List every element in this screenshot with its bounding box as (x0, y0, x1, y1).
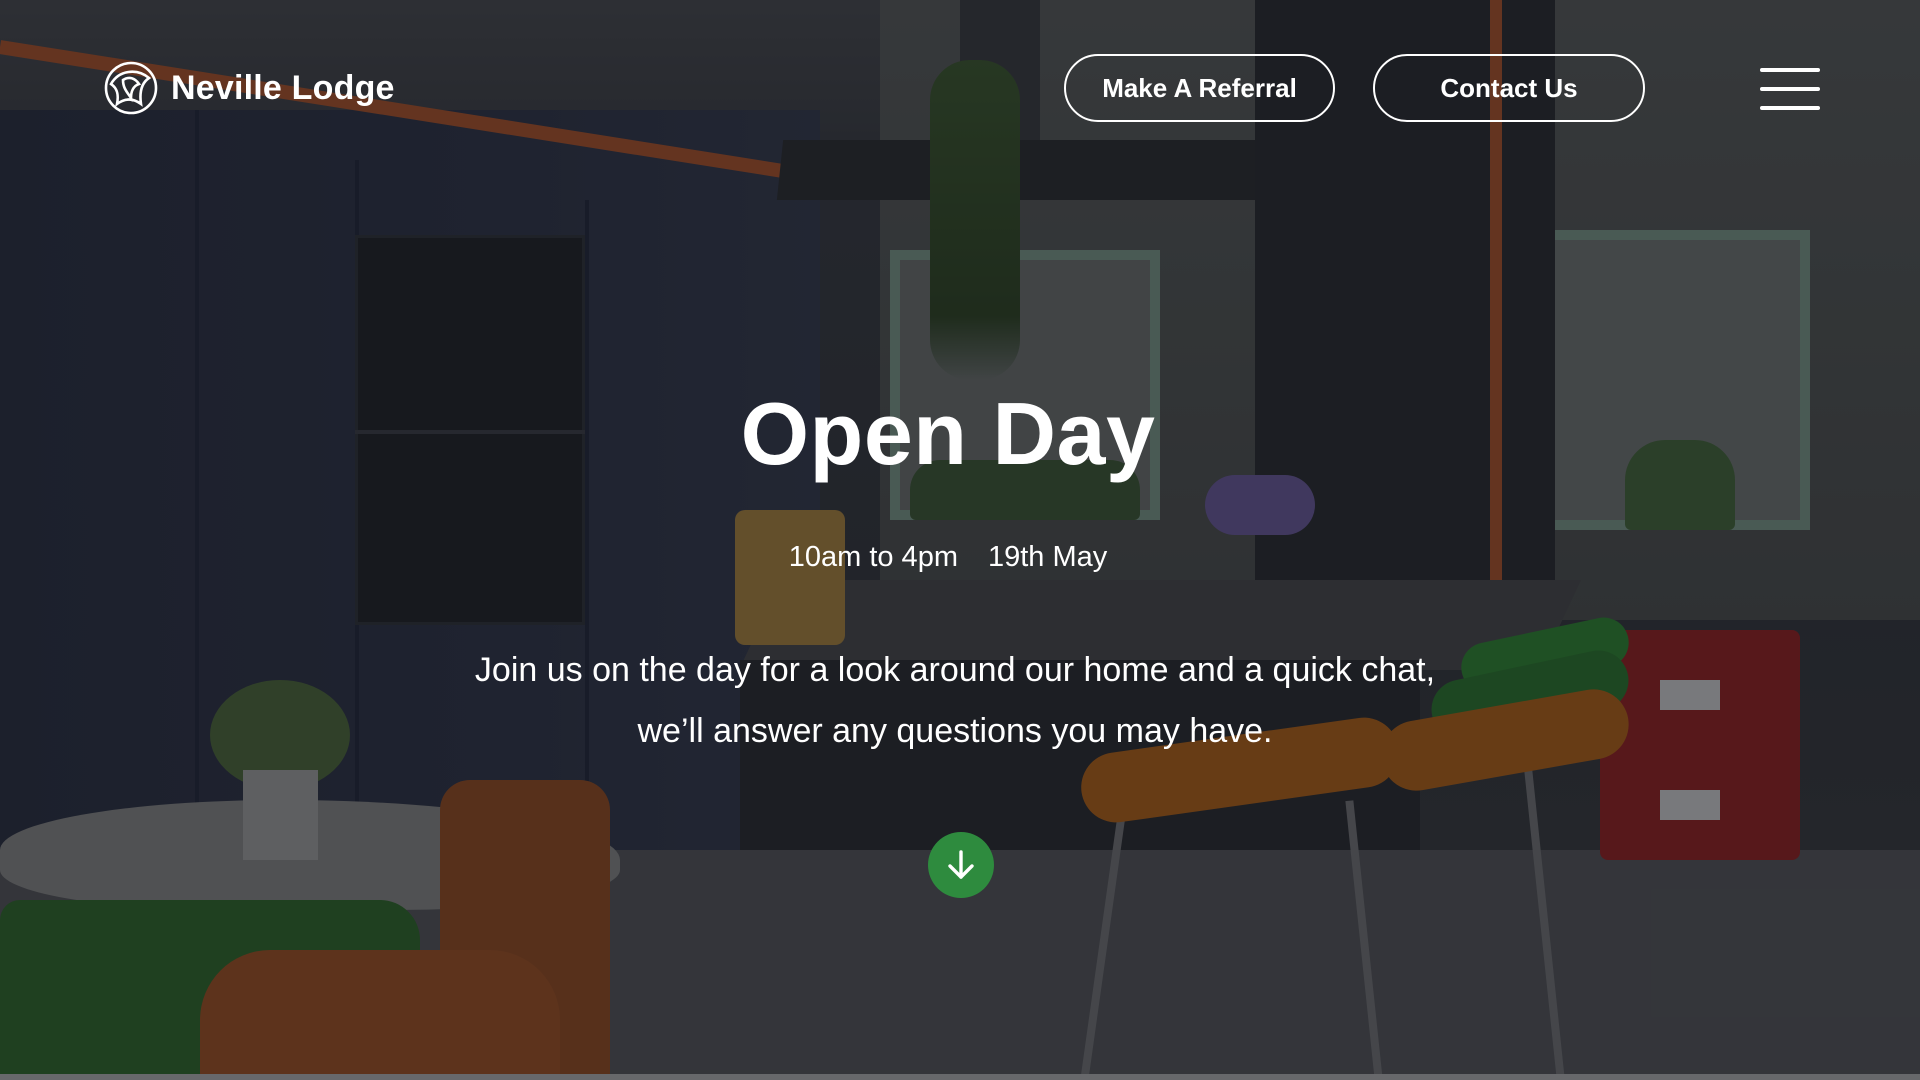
hero-description-line: Join us on the day for a look around our… (474, 651, 1436, 689)
scroll-down-button[interactable] (928, 832, 994, 898)
hero-description: Join us on the day for a look around our… (0, 640, 1910, 762)
hero-title: Open Day (740, 384, 1156, 483)
hero-section: Open Day 10am to 4pm 19th May Join us on… (0, 0, 1920, 1080)
hero-description-line: we’ll answer any questions you may have. (637, 712, 1273, 750)
event-date: 19th May (987, 541, 1108, 573)
arrow-down-icon (948, 850, 974, 879)
event-time: 10am to 4pm (788, 541, 958, 573)
event-details: 10am to 4pm 19th May (0, 541, 1896, 574)
